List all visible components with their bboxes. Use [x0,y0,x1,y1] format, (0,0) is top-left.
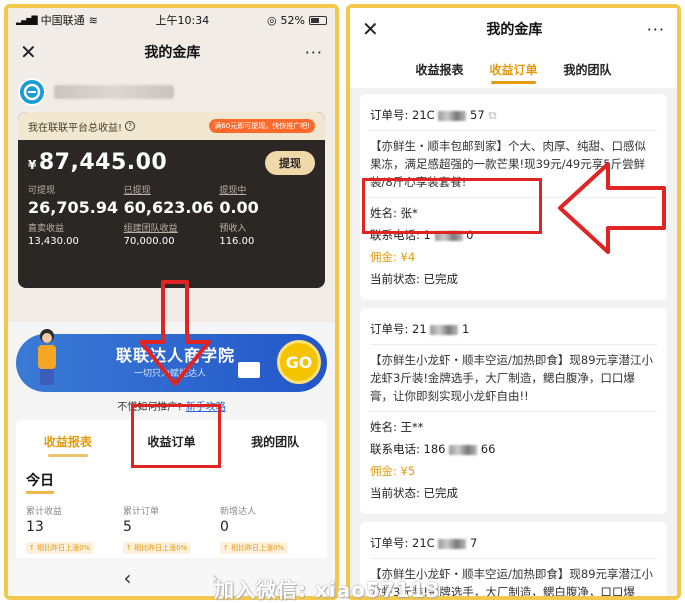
time-label: 上午10:34 [155,14,210,27]
promo-badge: 满60元即可提现，快快推广吧! [209,119,315,133]
earnings-card: 我在联联平台总收益! ? 满60元即可提现，快快推广吧! ¥87,445.00 … [18,112,325,288]
battery-icon [309,15,327,25]
left-phone-screen: ▂▄▆█ 中国联通 ≋ 上午10:34 ◎ 52% ✕ 我的金库 ··· 我在联… [4,4,339,600]
masked-text [438,110,467,121]
wifi-icon: ≋ [88,13,98,27]
order-number: 订单号: 21 1 [370,322,470,336]
tab-earnings-orders[interactable]: 收益订单 [489,61,538,84]
top-nav-bar: ✕ 我的金库 ··· [8,32,335,72]
stat-withdrawable[interactable]: 可提现 26,705.94 [28,183,124,217]
more-icon[interactable]: ··· [305,43,323,62]
masked-text [438,538,467,549]
watermark: 加入微信: xiao57113 [214,578,441,602]
total-earnings-label: 我在联联平台总收益! [28,122,123,134]
total-amount: ¥87,445.00 [28,150,168,175]
close-icon[interactable]: ✕ [362,17,382,41]
stat-withdrawing[interactable]: 提现中 0.00 [219,183,315,217]
profile-row [18,72,325,112]
masked-text [430,324,459,335]
order-status: 当前状态: 已完成 [370,272,459,286]
presenter-illustration-icon [38,329,56,385]
divider [370,344,657,345]
avatar[interactable] [18,78,46,106]
help-icon[interactable]: ? [125,121,136,131]
today-stat-earnings: 累计收益 13 ↑ 相比昨日上涨0% [26,504,123,554]
withdraw-button[interactable]: 提现 [265,150,315,175]
masked-text [449,444,478,455]
highlight-box-customer-info [362,178,542,234]
go-button[interactable]: GO [277,340,321,384]
signal-icon: ▂▄▆█ [16,15,38,25]
left-arrow-icon [558,162,666,254]
order-description: 【亦鲜生小龙虾・顺丰空运/加热即食】现89元享潜江小龙虾3斤装!金牌选手，大厂制… [370,353,654,403]
status-bar: ▂▄▆█ 中国联通 ≋ 上午10:34 ◎ 52% [8,8,335,32]
tab-bar: 收益报表 收益订单 我的团队 [350,50,677,88]
stat-direct-sales[interactable]: 直卖收益 13,430.00 [28,221,124,247]
order-status: 当前状态: 已完成 [370,486,459,500]
tab-my-team[interactable]: 我的团队 [564,61,612,78]
tab-earnings-report[interactable]: 收益报表 [44,429,92,457]
today-stat-orders: 累计订单 5 ↑ 相比昨日上涨0% [123,504,220,554]
today-stat-new-members: 新增达人 0 ↑ 相比昨日上涨0% [220,504,317,554]
stat-team-earnings[interactable]: 组建团队收益 70,000.00 [124,221,220,247]
right-phone-screen: ✕ 我的金库 ··· 收益报表 收益订单 我的团队 订单号: 21C 57 ⧉ … [346,4,681,600]
customer-phone: 联系电话: 186 66 [370,442,496,456]
stat-pre-income[interactable]: 预收入 116.00 [219,221,315,247]
today-section: 今日 累计收益 13 ↑ 相比昨日上涨0% 累计订单 5 ↑ 相比昨日上涨0% 新增达人… [16,462,327,558]
battery-label: 52% [280,13,305,27]
blurred-username [54,85,174,99]
earnings-stats: 可提现 26,705.94 已提现 60,623.06 提现中 0.00 直卖收益 13… [18,175,325,247]
stat-withdrawn[interactable]: 已提现 60,623.06 [124,183,220,217]
logo-icon [23,83,41,101]
today-title: 今日 [26,470,54,494]
tab-my-team[interactable]: 我的团队 [251,429,299,454]
divider [370,130,657,131]
page-title: 我的金库 [486,22,543,38]
more-icon[interactable]: ··· [647,20,665,39]
earnings-card-header: 我在联联平台总收益! ? 满60元即可提现，快快推广吧! [18,112,325,140]
currency-symbol: ¥ [28,158,37,172]
divider [370,558,657,559]
back-icon[interactable]: ‹ [124,566,132,590]
down-arrow-icon [139,280,211,386]
close-icon[interactable]: ✕ [20,40,40,64]
order-card[interactable]: 订单号: 21 1 【亦鲜生小龙虾・顺丰空运/加热即食】现89元享潜江小龙虾3斤… [360,308,667,514]
divider [370,411,657,412]
order-number: 订单号: 21C 57 ⧉ [370,108,497,122]
tab-earnings-report[interactable]: 收益报表 [415,61,463,78]
customer-name: 姓名: 王** [370,420,424,434]
top-nav-bar: ✕ 我的金库 ··· [350,8,677,50]
book-icon [238,362,260,378]
highlight-box-orders-tab [131,404,221,468]
carrier-label: 中国联通 [40,14,85,27]
commission: 佣金: ¥5 [370,464,416,478]
copy-icon[interactable]: ⧉ [488,108,496,122]
page-title: 我的金库 [144,45,201,61]
clock-icon: ◎ [266,13,277,27]
order-number: 订单号: 21C 7 [370,536,478,550]
